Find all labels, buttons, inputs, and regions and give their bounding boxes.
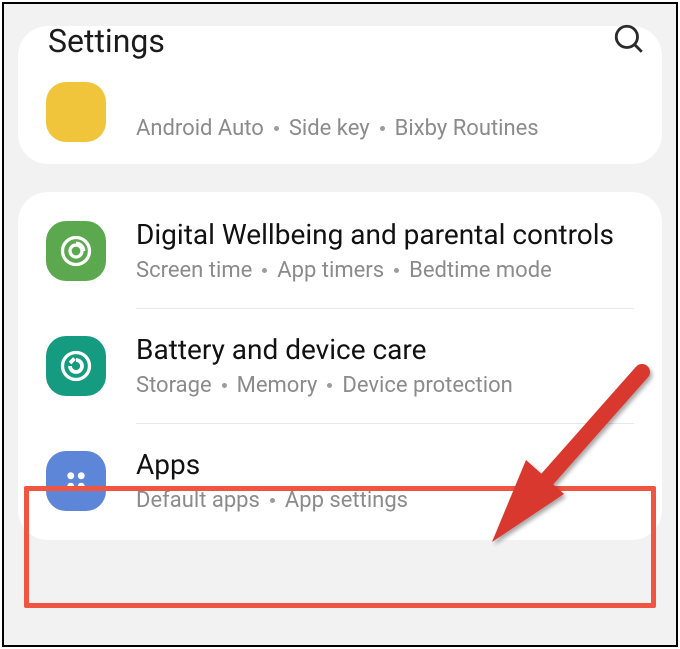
- apps-icon: [46, 451, 106, 511]
- settings-item-advanced-features[interactable]: Android AutoSide keyBixby Routines: [18, 26, 662, 164]
- settings-item-digital-wellbeing[interactable]: Digital Wellbeing and parental controls …: [18, 194, 662, 308]
- settings-item-apps[interactable]: Apps Default appsApp settings: [18, 424, 662, 538]
- battery-care-icon: [46, 336, 106, 396]
- settings-item-title: Digital Wellbeing and parental controls: [136, 218, 640, 252]
- settings-item-title: Battery and device care: [136, 333, 640, 367]
- settings-item-subtitle: Default appsApp settings: [136, 488, 640, 514]
- settings-item-subtitle: Screen timeApp timersBedtime mode: [136, 258, 640, 284]
- advanced-features-icon: [46, 82, 106, 142]
- settings-item-battery[interactable]: Battery and device care StorageMemoryDev…: [18, 309, 662, 423]
- settings-item-subtitle: Android AutoSide keyBixby Routines: [136, 116, 640, 142]
- settings-item-subtitle: StorageMemoryDevice protection: [136, 373, 640, 399]
- settings-group-prev: Android AutoSide keyBixby Routines: [18, 26, 662, 164]
- settings-item-title: Apps: [136, 448, 640, 482]
- wellbeing-icon: [46, 221, 106, 281]
- settings-group-main: Digital Wellbeing and parental controls …: [18, 192, 662, 540]
